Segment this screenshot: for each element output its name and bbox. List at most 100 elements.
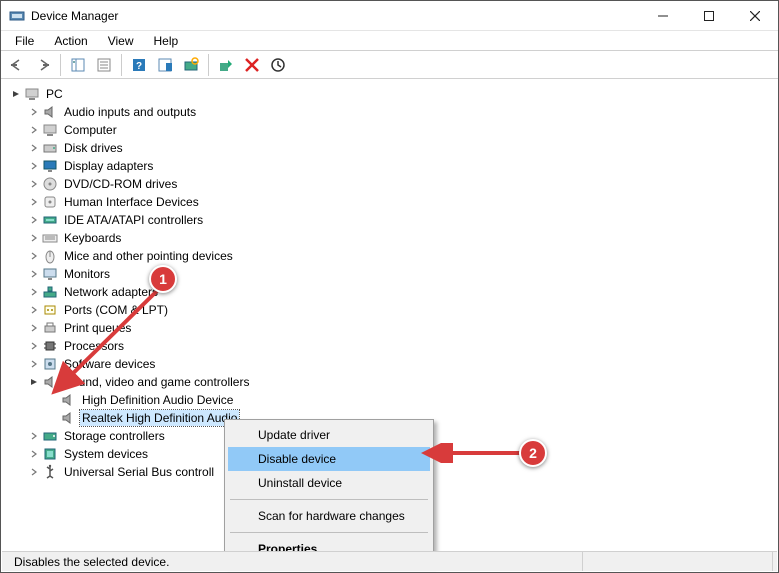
device-icon (42, 446, 58, 462)
svg-text:?: ? (136, 61, 142, 72)
scan-hardware-button[interactable] (179, 53, 203, 77)
maximize-button[interactable] (686, 1, 732, 31)
device-icon (42, 122, 58, 138)
tree-label: Human Interface Devices (62, 194, 201, 210)
annotation-label: 2 (529, 445, 537, 461)
tree-category-row[interactable]: Network adapters (4, 283, 775, 301)
forward-button[interactable] (31, 53, 55, 77)
update-driver-button[interactable] (266, 53, 290, 77)
tree-label: IDE ATA/ATAPI controllers (62, 212, 205, 228)
device-icon (42, 302, 58, 318)
app-icon (9, 8, 25, 24)
tree-label: High Definition Audio Device (80, 392, 235, 408)
tree-category-row[interactable]: Ports (COM & LPT) (4, 301, 775, 319)
tree-label: Computer (62, 122, 119, 138)
expand-icon[interactable] (26, 428, 42, 444)
tree-category-sound[interactable]: Sound, video and game controllers (4, 373, 775, 391)
tree-category-row[interactable]: DVD/CD-ROM drives (4, 175, 775, 193)
ctx-separator (230, 499, 428, 500)
expand-icon[interactable] (26, 248, 42, 264)
tree-root-row[interactable]: PC (4, 85, 775, 103)
tree-label: Monitors (62, 266, 112, 282)
expand-icon[interactable] (26, 302, 42, 318)
tree-category-row[interactable]: Display adapters (4, 157, 775, 175)
tree-category-row[interactable]: Software devices (4, 355, 775, 373)
tree-category-row[interactable]: Print queues (4, 319, 775, 337)
expand-icon[interactable] (26, 320, 42, 336)
expand-icon[interactable] (26, 230, 42, 246)
tree-label: Print queues (62, 320, 133, 336)
computer-icon (24, 86, 40, 102)
tree-category-row[interactable]: Mice and other pointing devices (4, 247, 775, 265)
speaker-icon (60, 392, 76, 408)
expand-icon[interactable] (26, 464, 42, 480)
expand-icon[interactable] (26, 194, 42, 210)
back-button[interactable] (5, 53, 29, 77)
tree-category-row[interactable]: Human Interface Devices (4, 193, 775, 211)
status-text: Disables the selected device. (6, 552, 583, 571)
expand-icon[interactable] (26, 446, 42, 462)
menu-view[interactable]: View (98, 32, 144, 50)
device-icon (42, 230, 58, 246)
expand-icon[interactable] (26, 140, 42, 156)
device-icon (42, 464, 58, 480)
tree-label: Processors (62, 338, 126, 354)
tree-category-row[interactable]: Disk drives (4, 139, 775, 157)
device-icon (42, 212, 58, 228)
toolbar-separator (60, 54, 61, 76)
toolbar-separator (121, 54, 122, 76)
device-icon (42, 284, 58, 300)
tree-category-row[interactable]: Computer (4, 121, 775, 139)
device-icon (42, 140, 58, 156)
tree-label: Realtek High Definition Audio (80, 410, 239, 426)
properties-button[interactable] (92, 53, 116, 77)
speaker-icon (42, 374, 58, 390)
ctx-scan-hardware[interactable]: Scan for hardware changes (228, 504, 430, 528)
uninstall-button[interactable] (240, 53, 264, 77)
expand-icon[interactable] (26, 284, 42, 300)
menu-action[interactable]: Action (44, 32, 97, 50)
tree-category-row[interactable]: Audio inputs and outputs (4, 103, 775, 121)
expand-icon[interactable] (26, 212, 42, 228)
ctx-update-driver[interactable]: Update driver (228, 423, 430, 447)
window-title: Device Manager (31, 9, 118, 23)
expand-icon[interactable] (26, 176, 42, 192)
ctx-disable-device[interactable]: Disable device (228, 447, 430, 471)
title-bar: Device Manager (1, 1, 778, 31)
minimize-button[interactable] (640, 1, 686, 31)
help-button[interactable]: ? (127, 53, 151, 77)
tree-category-row[interactable]: Keyboards (4, 229, 775, 247)
tree-category-row[interactable]: Processors (4, 337, 775, 355)
ctx-uninstall-device[interactable]: Uninstall device (228, 471, 430, 495)
menu-bar: File Action View Help (1, 31, 778, 51)
show-hide-tree-button[interactable] (66, 53, 90, 77)
expand-icon[interactable] (26, 338, 42, 354)
status-bar: Disables the selected device. (2, 551, 777, 571)
collapse-icon[interactable] (26, 374, 42, 390)
context-menu: Update driver Disable device Uninstall d… (224, 419, 434, 565)
expand-icon[interactable] (26, 158, 42, 174)
device-icon (42, 104, 58, 120)
expand-icon[interactable] (26, 356, 42, 372)
menu-help[interactable]: Help (144, 32, 189, 50)
collapse-icon[interactable] (8, 86, 24, 102)
expand-icon[interactable] (26, 122, 42, 138)
tree-device-row[interactable]: High Definition Audio Device (4, 391, 775, 409)
close-button[interactable] (732, 1, 778, 31)
tree-label: Display adapters (62, 158, 155, 174)
menu-file[interactable]: File (5, 32, 44, 50)
expand-icon[interactable] (26, 104, 42, 120)
tree-label: Mice and other pointing devices (62, 248, 235, 264)
device-icon (42, 428, 58, 444)
tree-label: Storage controllers (62, 428, 167, 444)
enable-device-button[interactable] (214, 53, 238, 77)
tree-label: Software devices (62, 356, 157, 372)
tree-category-row[interactable]: IDE ATA/ATAPI controllers (4, 211, 775, 229)
expand-icon[interactable] (26, 266, 42, 282)
toolbar: ? (1, 51, 778, 79)
speaker-icon (60, 410, 76, 426)
tree-category-row[interactable]: Monitors (4, 265, 775, 283)
device-icon (42, 194, 58, 210)
action-button[interactable] (153, 53, 177, 77)
device-icon (42, 158, 58, 174)
